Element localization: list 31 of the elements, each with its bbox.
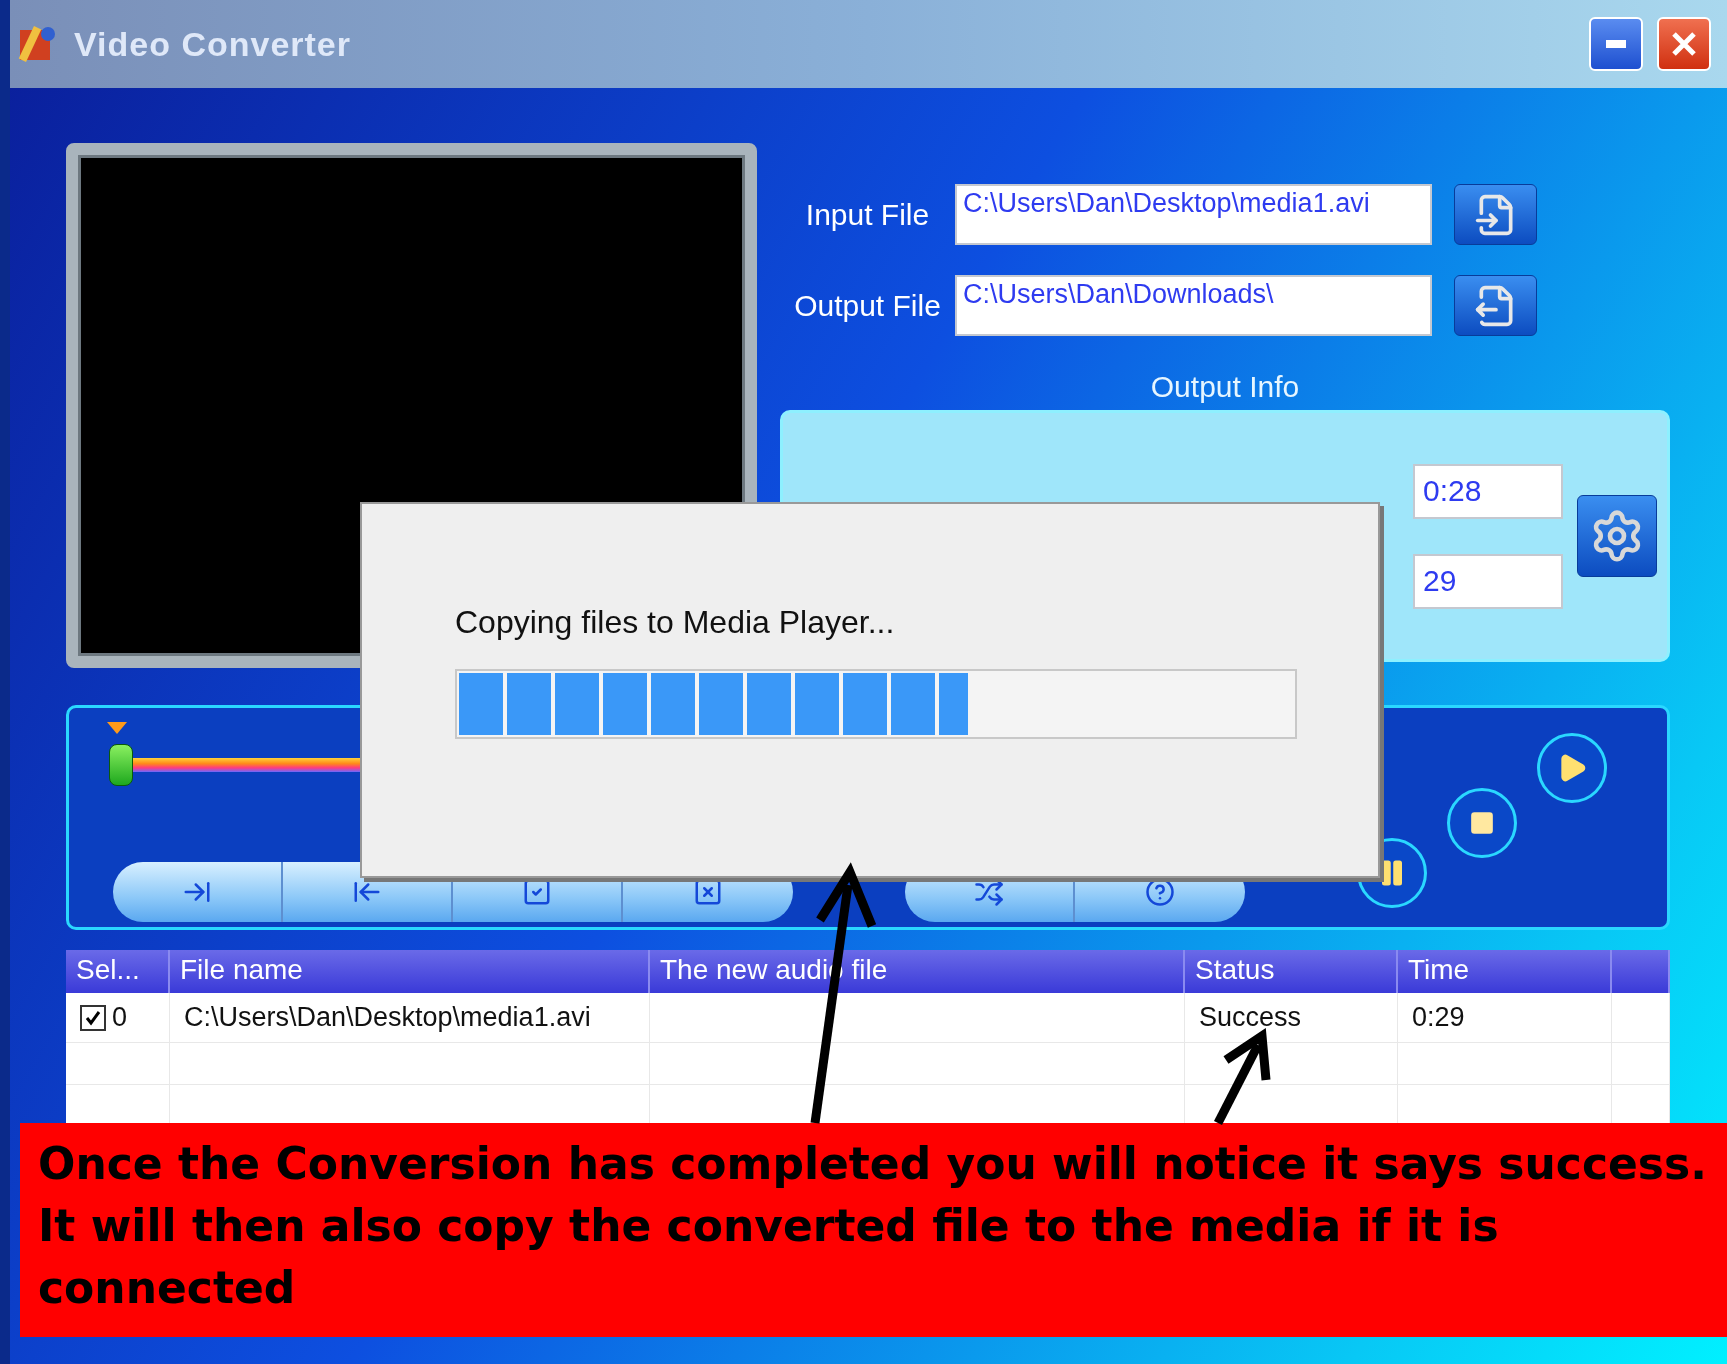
time-field[interactable]: 0:28 <box>1413 463 1563 519</box>
input-file-label: Input File <box>804 197 931 232</box>
minimize-button[interactable] <box>1589 17 1643 71</box>
minimize-icon <box>1606 40 1626 48</box>
close-button[interactable] <box>1657 17 1711 71</box>
output-file-label: Output File <box>793 288 942 323</box>
browse-output-button[interactable] <box>1454 275 1537 336</box>
settings-button[interactable] <box>1577 495 1657 577</box>
output-file-field[interactable]: C:\Users\Dan\Downloads\ <box>955 275 1432 336</box>
input-file-field[interactable]: C:\Users\Dan\Desktop\media1.avi <box>955 184 1432 245</box>
annotation-text: Once the Conversion has completed you will notice it says success. It will then also copy the converted file to the media if it is connected <box>20 1123 1727 1337</box>
column-header[interactable]: File name <box>170 950 650 993</box>
slider-thumb[interactable] <box>109 744 133 786</box>
stop-icon <box>1469 810 1495 836</box>
table-cell: 0:29 <box>1398 993 1612 1043</box>
window-title: Video Converter <box>74 24 352 64</box>
table-cell: C:\Users\Dan\Desktop\media1.avi <box>170 993 650 1043</box>
column-header <box>1612 950 1670 993</box>
browse-input-button[interactable] <box>1454 184 1537 245</box>
column-header[interactable]: Sel... <box>66 950 170 993</box>
dialog-message: Copying files to Media Player... <box>455 604 896 641</box>
row-checkbox[interactable] <box>80 1004 106 1031</box>
time-field[interactable]: 29 <box>1413 553 1563 609</box>
column-header[interactable]: Time <box>1398 950 1612 993</box>
checkmark-icon <box>84 1008 102 1027</box>
table-cell <box>1612 993 1670 1043</box>
close-icon <box>1670 30 1698 58</box>
table-cell: Success <box>1185 993 1398 1043</box>
row-index: 0 <box>112 1002 128 1033</box>
output-info-title: Output Info <box>1150 370 1300 404</box>
column-header[interactable]: Status <box>1185 950 1398 993</box>
